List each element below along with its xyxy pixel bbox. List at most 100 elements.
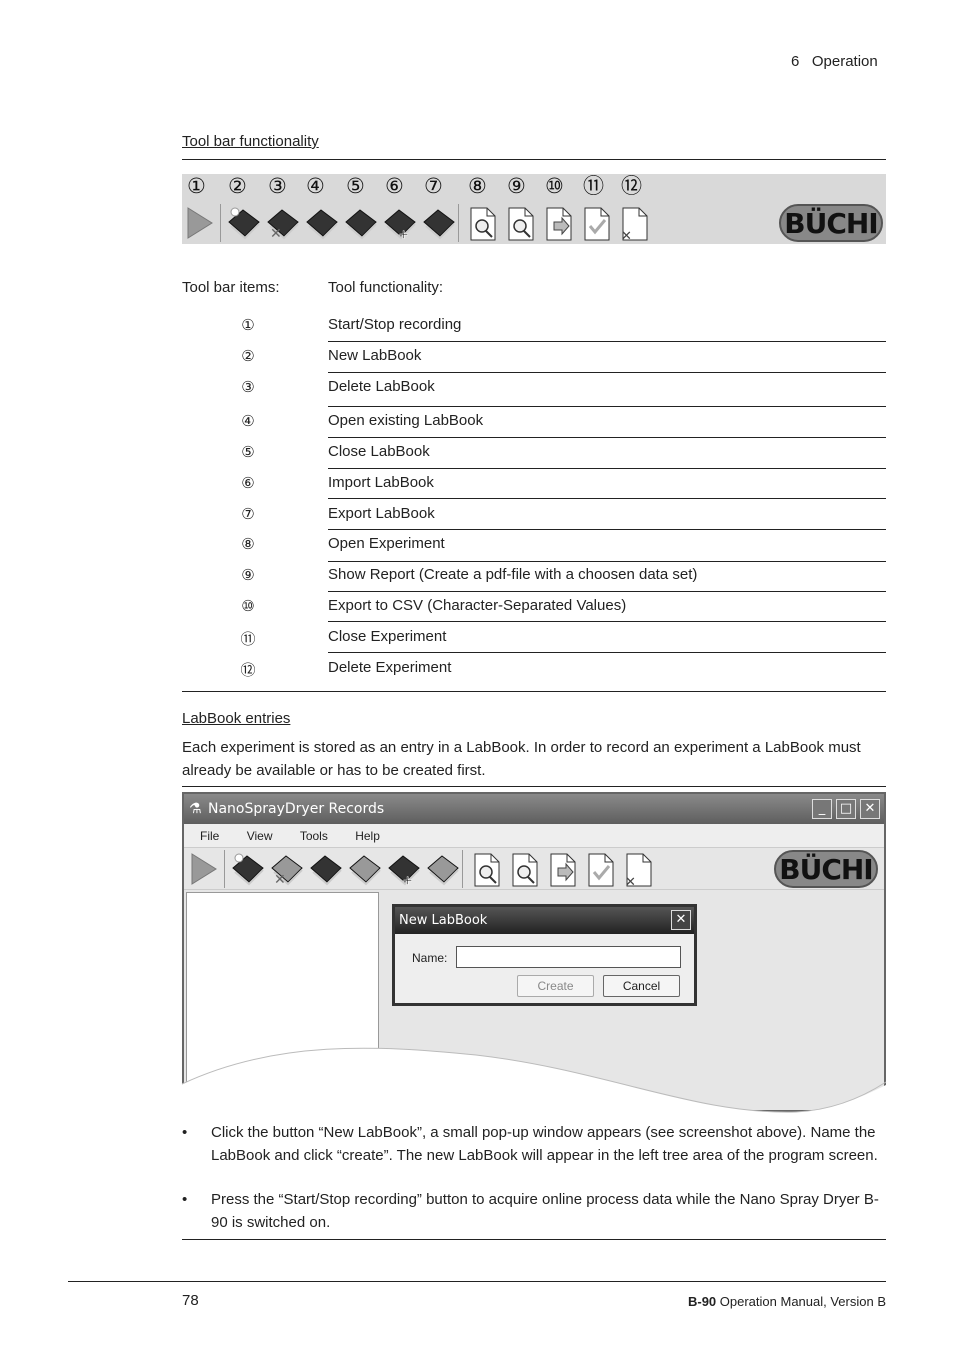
menu-file[interactable]: File [200, 829, 219, 843]
new-labbook-dialog: New LabBook ✕ Name: Create Cancel [392, 904, 697, 1006]
row-divider [328, 621, 886, 622]
minimize-button[interactable]: _ [812, 799, 832, 819]
callout-number: ③ [268, 174, 287, 198]
delete-experiment-icon[interactable]: ✕ [620, 206, 650, 243]
export-csv-icon[interactable] [548, 852, 578, 887]
callout-number: ⑨ [507, 174, 526, 198]
row-functionality: Open Experiment [328, 535, 445, 552]
footer-doc: B-90 Operation Manual, Version B [687, 1294, 886, 1309]
running-header: 6 Operation [791, 53, 878, 70]
open-labbook-icon[interactable] [309, 852, 342, 886]
create-button[interactable]: Create [517, 975, 594, 997]
name-input[interactable] [456, 946, 681, 968]
close-experiment-icon[interactable] [582, 206, 612, 241]
callout-number: ⑧ [468, 174, 487, 198]
row-number: ⑩ [241, 597, 255, 615]
row-functionality: Delete LabBook [328, 378, 435, 395]
close-labbook-icon[interactable] [348, 852, 381, 886]
row-functionality: Export LabBook [328, 505, 435, 522]
row-number: ③ [241, 378, 255, 396]
row-functionality: Delete Experiment [328, 659, 452, 676]
callout-number: ② [228, 174, 247, 198]
row-divider [328, 406, 886, 407]
window-titlebar: ⚗ NanoSprayDryer Records _ □ ✕ [184, 794, 884, 824]
row-functionality: Close LabBook [328, 443, 430, 460]
toolbar-separator [458, 204, 459, 242]
bullet-item: • Click the button “New LabBook”, a small… [182, 1124, 878, 1164]
callout-number: ⑦ [424, 174, 443, 198]
row-functionality: Open existing LabBook [328, 412, 484, 429]
callout-number: ⑪ [583, 174, 604, 198]
row-functionality: Start/Stop recording [328, 316, 462, 333]
menu-view[interactable]: View [247, 829, 273, 843]
svg-text:✕: ✕ [621, 228, 632, 242]
row-divider [328, 437, 886, 438]
new-labbook-icon[interactable] [227, 206, 260, 240]
menu-help[interactable]: Help [355, 829, 380, 843]
import-labbook-icon[interactable]: + [383, 206, 416, 244]
row-number: ⑧ [241, 535, 255, 553]
row-number: ⑦ [241, 505, 255, 523]
row-number: ⑪ [240, 630, 256, 648]
cancel-button[interactable]: Cancel [603, 975, 680, 997]
play-icon[interactable] [185, 206, 215, 240]
row-number: ⑥ [241, 474, 255, 492]
export-labbook-icon[interactable] [426, 852, 459, 886]
callout-number: ⑫ [621, 174, 642, 198]
svg-text:✕: ✕ [625, 874, 636, 888]
delete-experiment-icon[interactable]: ✕ [624, 852, 654, 889]
open-labbook-icon[interactable] [305, 206, 338, 240]
row-divider [328, 529, 886, 530]
row-functionality: Import LabBook [328, 474, 434, 491]
toolbar-separator [224, 850, 225, 888]
maximize-button[interactable]: □ [836, 799, 856, 819]
toolbar-figure: ①②③④⑤⑥⑦ ⑧⑨⑩⑪⑫ ✕ + ✕ BÜCHI [182, 174, 886, 244]
dialog-close-button[interactable]: ✕ [671, 910, 691, 930]
bullet-item: • Press the “Start/Stop recording” button… [182, 1191, 879, 1231]
import-labbook-icon[interactable]: + [387, 852, 420, 890]
svg-text:✕: ✕ [274, 871, 286, 886]
show-report-icon[interactable] [506, 206, 536, 241]
row-divider [328, 341, 886, 342]
close-button[interactable]: ✕ [860, 799, 880, 819]
row-number: ④ [241, 412, 255, 430]
callout-number: ⑩ [545, 174, 564, 198]
app-icon: ⚗ [189, 801, 202, 817]
row-divider [328, 561, 886, 562]
callout-number: ④ [306, 174, 325, 198]
row-number: ⑨ [241, 566, 255, 584]
menu-bar: File View Tools Help [184, 824, 884, 848]
row-functionality: New LabBook [328, 347, 422, 364]
menu-tools[interactable]: Tools [300, 829, 328, 843]
new-labbook-icon[interactable] [231, 852, 264, 886]
close-labbook-icon[interactable] [344, 206, 377, 240]
svg-text:+: + [399, 227, 408, 240]
delete-labbook-icon[interactable]: ✕ [270, 852, 303, 887]
row-divider [328, 498, 886, 499]
row-divider [328, 468, 886, 469]
open-experiment-icon[interactable] [472, 852, 502, 887]
export-csv-icon[interactable] [544, 206, 574, 241]
toolbar-heading: Tool bar functionality [182, 133, 319, 150]
open-experiment-icon[interactable] [468, 206, 498, 241]
export-labbook-icon[interactable] [422, 206, 455, 240]
torn-edge [176, 1047, 892, 1120]
svg-text:✕: ✕ [270, 225, 282, 240]
row-functionality: Export to CSV (Character-Separated Value… [328, 597, 627, 614]
play-icon[interactable] [189, 852, 219, 886]
row-number: ① [241, 316, 255, 334]
row-divider [328, 591, 886, 592]
callout-number: ⑤ [346, 174, 365, 198]
close-experiment-icon[interactable] [586, 852, 616, 887]
svg-text:+: + [403, 873, 412, 886]
row-number: ② [241, 347, 255, 365]
delete-labbook-icon[interactable]: ✕ [266, 206, 299, 241]
show-report-icon[interactable] [510, 852, 540, 887]
row-number: ⑤ [241, 443, 255, 461]
row-functionality: Close Experiment [328, 628, 447, 645]
row-number: ⑫ [240, 661, 256, 679]
labbook-heading: LabBook entries [182, 710, 291, 727]
col-header-items: Tool bar items: [182, 279, 280, 296]
buchi-logo: BÜCHI [779, 204, 883, 242]
row-functionality: Show Report (Create a pdf-file with a ch… [328, 566, 698, 583]
